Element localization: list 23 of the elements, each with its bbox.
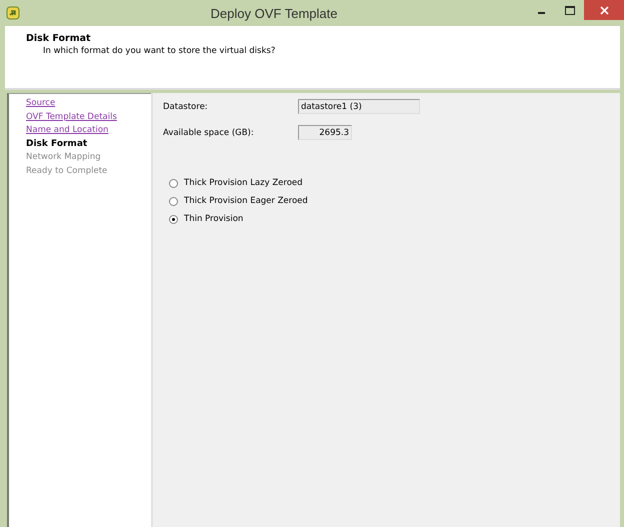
step-link[interactable]: Name and Location [26,124,108,138]
radio-label[interactable]: Thick Provision Eager Zeroed [184,196,308,206]
page-description: In which format do you want to store the virtual disks? [43,46,276,56]
readonly-field[interactable]: datastore1 (3) [298,99,420,114]
readonly-field[interactable]: 2695.3 [298,125,352,140]
field-label: Available space (GB): [163,128,255,138]
radio-label[interactable]: Thin Provision [184,214,244,224]
step-link[interactable]: Source [26,97,56,111]
radio-label[interactable]: Thick Provision Lazy Zeroed [184,178,303,188]
close-icon [600,6,608,14]
radio-button[interactable] [169,214,178,224]
maximize-icon [565,6,575,14]
step-item: Ready to Complete [26,164,108,178]
step-item: Disk Format [26,138,88,151]
page-heading: Disk Format [26,33,92,44]
field-label: Datastore: [163,102,209,112]
window-title: Deploy OVF Template [210,6,338,20]
radio-button[interactable] [169,196,178,206]
app-icon [6,6,20,20]
step-item: Network Mapping [26,151,101,164]
close-button[interactable] [584,0,624,20]
step-link[interactable]: OVF Template Details [26,110,117,124]
radio-button[interactable] [169,178,178,188]
